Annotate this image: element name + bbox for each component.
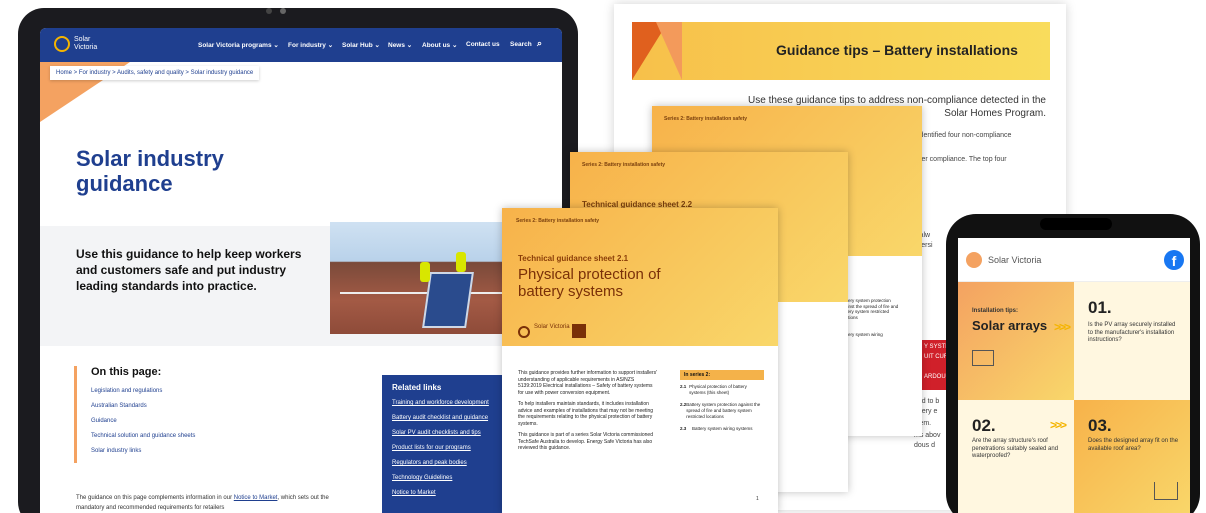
guidance-sheet-2-1: Series 2: Battery installation safety Te… — [502, 208, 778, 513]
victoria-government-logo-icon — [572, 324, 586, 338]
sheet-list-item: Battery system wiring — [840, 332, 883, 337]
on-this-page-link-industry-links[interactable]: Solar industry links — [91, 448, 254, 454]
nav-solar-hub[interactable]: Solar Hub ⌄ — [342, 41, 380, 49]
sheet-number: Technical guidance sheet 2.1 — [518, 254, 629, 263]
notice-to-market-link[interactable]: Notice to Market — [234, 495, 278, 501]
chevron-right-icon: >>> — [1054, 320, 1071, 334]
tile-kicker: Installation tips: — [972, 308, 1019, 314]
solar-victoria-avatar-icon[interactable] — [966, 252, 982, 268]
tile-question: Is the PV array securely installed to th… — [1088, 322, 1176, 343]
footer-paragraph: The guidance on this page complements in… — [76, 493, 346, 513]
phone-notch — [1040, 218, 1112, 230]
tip-tile-03[interactable]: 03. Does the designed array fit on the a… — [1074, 400, 1190, 513]
series-item: 2.1 Physical protection of battery system… — [680, 384, 764, 396]
doc-title: Guidance tips – Battery installations — [776, 42, 1018, 58]
sheet-body-paragraph: This guidance is part of a series Solar … — [518, 432, 653, 451]
worker-figure — [456, 252, 466, 272]
intro-text: Use this guidance to help keep workers a… — [76, 247, 302, 293]
solar-victoria-logo-icon[interactable] — [54, 36, 70, 52]
doc-header-triangle — [656, 22, 682, 80]
series-item-number: 2.1 — [680, 384, 687, 389]
tip-tile-02[interactable]: 02. >>> Are the array structure's roof p… — [958, 400, 1074, 513]
worker-figure — [420, 262, 430, 282]
series-item-text: Battery system wiring systems — [692, 426, 753, 431]
on-this-page-link-guidance[interactable]: Guidance — [91, 418, 254, 424]
nav-news[interactable]: News ⌄ — [388, 41, 412, 49]
breadcrumb[interactable]: Home > For industry > Audits, safety and… — [50, 66, 260, 80]
in-series-box: In series 2: 2.1 Physical protection of b… — [680, 370, 764, 438]
tip-tile-01[interactable]: 01. Is the PV array securely installed t… — [1074, 282, 1190, 400]
chevron-right-icon: >>> — [1050, 418, 1067, 432]
nav-solar-victoria-programs[interactable]: Solar Victoria programs ⌄ — [198, 41, 279, 49]
solar-victoria-logo-icon — [518, 326, 530, 338]
page-number: 1 — [756, 496, 759, 502]
sheet-logo-text: Solar Victoria — [534, 324, 570, 330]
facebook-icon[interactable]: f — [1164, 250, 1184, 270]
phone-app-title: Solar Victoria — [988, 255, 1042, 265]
tile-number: 01. — [1088, 298, 1112, 317]
nav-for-industry[interactable]: For industry ⌄ — [288, 41, 333, 49]
nav-contact-us[interactable]: Contact us — [466, 41, 500, 48]
site-logo-text[interactable]: Solar Victoria — [74, 36, 114, 52]
doc-fragment: identified four non-compliance — [918, 132, 1012, 139]
phone-app-header: Solar Victoria f — [958, 238, 1190, 282]
search-icon[interactable]: ⌕ — [537, 38, 542, 49]
tablet-sensor — [280, 8, 286, 14]
nav-search[interactable]: Search — [510, 41, 532, 48]
sheet-body-paragraph: This guidance provides further informati… — [518, 370, 658, 396]
on-this-page-link-technical-sheets[interactable]: Technical solution and guidance sheets — [91, 433, 254, 439]
doc-fragment: dous d — [914, 442, 936, 449]
sheet-title: Physical protection of battery systems — [518, 266, 661, 300]
sheet-series-label: Series 2: Battery installation safety — [664, 116, 748, 122]
series-item-number: 2.3 — [680, 426, 687, 431]
on-this-page-nav: On this page: Legislation and regulation… — [74, 366, 254, 463]
page-title: Solar industry guidance — [76, 146, 224, 196]
series-item: 2.3 Battery system wiring systems — [680, 426, 764, 432]
site-nav-bar: Solar Victoria Solar Victoria programs ⌄… — [40, 28, 562, 62]
tile-question: Does the designed array fit on the avail… — [1088, 438, 1179, 452]
tile-number: 02. — [972, 416, 996, 435]
sheet-series-label: Series 2: Battery installation safety — [516, 218, 600, 224]
sheet-series-label: Series 2: Battery installation safety — [582, 162, 666, 168]
footer-text-pre: The guidance on this page complements in… — [76, 495, 234, 501]
sheet-body: This guidance provides further informati… — [518, 370, 658, 457]
on-this-page-heading: On this page: — [91, 366, 162, 378]
in-series-heading: In series 2: — [680, 370, 764, 380]
sheet-list-item: Battery system protection against the sp… — [840, 298, 899, 320]
nav-about-us[interactable]: About us ⌄ — [422, 41, 457, 49]
tile-number: 03. — [1088, 416, 1112, 435]
series-item-text: Physical protection of battery systems (… — [689, 384, 747, 395]
on-this-page-link-standards[interactable]: Australian Standards — [91, 403, 254, 409]
series-item-text: Battery system protection against the sp… — [686, 402, 761, 419]
sheet-body-paragraph: To help installers maintain standards, i… — [518, 401, 654, 427]
solar-panel-icon — [972, 350, 994, 366]
tip-tile-intro[interactable]: Installation tips: Solar arrays >>> — [958, 282, 1074, 400]
phone-screen: Solar Victoria f Installation tips: Sola… — [958, 238, 1190, 513]
tile-heading: Solar arrays — [972, 318, 1048, 333]
tablet-camera — [266, 8, 272, 14]
series-item: 2.2 Battery system protection against the… — [680, 402, 764, 420]
tablet-screen: Solar Victoria Solar Victoria programs ⌄… — [40, 28, 562, 513]
tile-question: Are the array structure's roof penetrati… — [972, 438, 1059, 459]
solar-panel-image — [422, 272, 474, 328]
on-this-page-link-legislation[interactable]: Legislation and regulations — [91, 388, 254, 394]
house-icon — [1154, 482, 1178, 500]
